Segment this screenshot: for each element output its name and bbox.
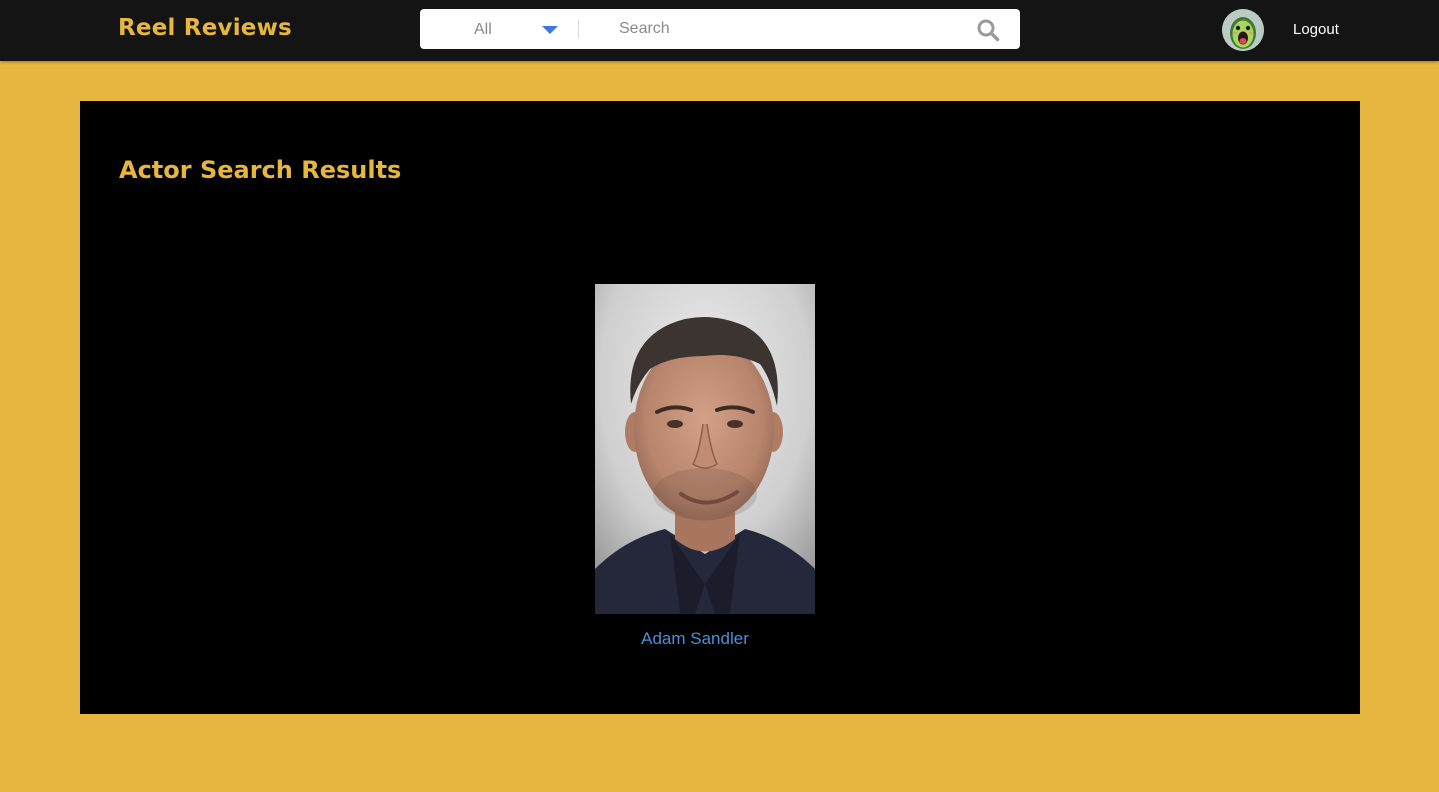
search-filter-value[interactable]: All xyxy=(474,21,492,39)
actor-result-card[interactable]: Adam Sandler xyxy=(595,284,815,648)
brand-logo[interactable]: Reel Reviews xyxy=(118,15,292,41)
avocado-avatar-icon xyxy=(1222,9,1264,51)
results-panel: Actor Search Results Adam Sandler xyxy=(80,101,1360,714)
top-navbar: Reel Reviews All Logout xyxy=(0,0,1439,61)
search-divider xyxy=(578,20,579,38)
logout-button[interactable]: Logout xyxy=(1293,21,1339,38)
actor-photo[interactable] xyxy=(595,284,815,614)
actor-name-link[interactable]: Adam Sandler xyxy=(595,629,795,649)
search-bar: All xyxy=(420,9,1020,49)
user-avatar[interactable] xyxy=(1222,9,1264,51)
search-input[interactable] xyxy=(606,15,979,43)
chevron-down-icon[interactable] xyxy=(542,26,558,34)
search-icon[interactable] xyxy=(976,18,1000,42)
page-title: Actor Search Results xyxy=(119,156,402,184)
